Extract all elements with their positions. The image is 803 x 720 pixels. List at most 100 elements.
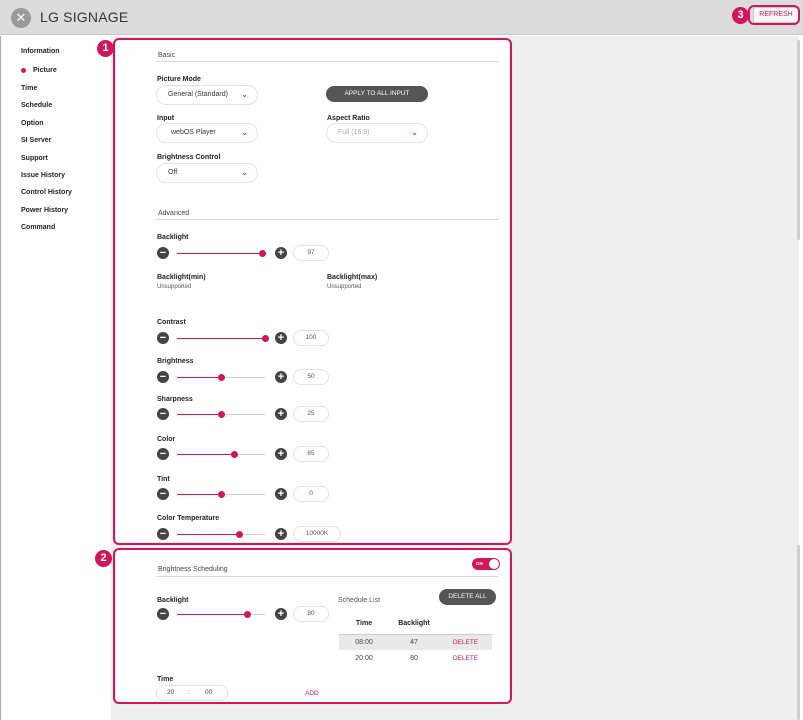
color-temperature-label: Color Temperature	[157, 515, 220, 522]
sharpness-decrease-button[interactable]: −	[157, 408, 169, 420]
contrast-increase-button[interactable]: +	[275, 332, 287, 344]
add-schedule-button[interactable]: ADD	[305, 690, 319, 697]
app-title: LG SIGNAGE	[40, 9, 129, 25]
color-temperature-slider-handle[interactable]	[236, 531, 243, 538]
picture-mode-select[interactable]: General (Standard) ⌄	[157, 86, 257, 104]
delete-all-button[interactable]: DELETE ALL	[439, 589, 496, 605]
color-decrease-button[interactable]: −	[157, 448, 169, 460]
brightness-value: 50	[294, 370, 328, 384]
time-separator: :	[188, 689, 190, 696]
badge-2: 2	[95, 550, 112, 567]
brightness-scheduling-toggle[interactable]: ON	[472, 558, 500, 570]
contrast-slider-fill	[177, 338, 265, 339]
schedule-backlight-slider-fill	[177, 614, 247, 615]
color-increase-button[interactable]: +	[275, 448, 287, 460]
sidebar-item-option[interactable]: Option	[21, 120, 44, 127]
column-header-action	[439, 614, 492, 635]
sharpness-increase-button[interactable]: +	[275, 408, 287, 420]
sharpness-slider-handle[interactable]	[218, 411, 225, 418]
backlight-decrease-button[interactable]: −	[157, 247, 169, 259]
brightness-decrease-button[interactable]: −	[157, 371, 169, 383]
chevron-down-icon: ⌄	[411, 128, 418, 137]
color-temperature-slider-fill	[177, 534, 239, 535]
schedule-backlight-slider-handle[interactable]	[244, 611, 251, 618]
column-header-backlight: Backlight	[389, 614, 439, 635]
brightness-label: Brightness	[157, 358, 194, 365]
time-input[interactable]: 20 : 00	[157, 686, 227, 700]
sidebar-item-information[interactable]: Information	[21, 48, 60, 55]
brightness-scheduling-header: Brightness Scheduling	[158, 566, 228, 573]
row-backlight: 80	[389, 650, 439, 666]
sidebar-item-picture[interactable]: Picture	[21, 67, 57, 74]
backlight-max-label: Backlight(max)	[327, 274, 378, 281]
scheduling-divider	[156, 576, 499, 577]
backlight-max-value: Unsupported	[327, 284, 362, 290]
contrast-value: 100	[294, 331, 328, 345]
section-3-highlight	[748, 5, 800, 25]
sharpness-slider-fill	[177, 414, 221, 415]
tint-increase-button[interactable]: +	[275, 488, 287, 500]
color-temperature-value: 10000K	[294, 527, 340, 541]
brightness-increase-button[interactable]: +	[275, 371, 287, 383]
tint-decrease-button[interactable]: −	[157, 488, 169, 500]
advanced-header: Advanced	[158, 210, 190, 217]
sidebar-item-command[interactable]: Command	[21, 224, 55, 231]
column-header-time: Time	[339, 614, 389, 635]
apply-to-all-input-button[interactable]: APPLY TO ALL INPUT	[326, 86, 428, 102]
aspect-ratio-select: Full (16:9) ⌄	[327, 124, 427, 142]
backlight-slider-handle[interactable]	[259, 250, 266, 257]
sidebar-item-schedule[interactable]: Schedule	[21, 102, 52, 109]
color-slider-handle[interactable]	[231, 451, 238, 458]
schedule-backlight-label: Backlight	[157, 597, 189, 604]
picture-mode-label: Picture Mode	[157, 76, 201, 83]
schedule-list-label: Schedule List	[338, 597, 381, 604]
contrast-slider-handle[interactable]	[262, 335, 269, 342]
sidebar-item-issue-history[interactable]: Issue History	[21, 172, 65, 179]
backlight-increase-button[interactable]: +	[275, 247, 287, 259]
color-label: Color	[157, 436, 176, 443]
advanced-divider	[156, 219, 499, 220]
contrast-decrease-button[interactable]: −	[157, 332, 169, 344]
schedule-table: Time Backlight 08:00 47 DELETE 20:00 80 …	[339, 614, 492, 666]
aspect-ratio-label: Aspect Ratio	[327, 115, 370, 122]
backlight-min-label: Backlight(min)	[157, 274, 206, 281]
sidebar-item-power-history[interactable]: Power History	[21, 207, 68, 214]
time-minute[interactable]: 00	[205, 686, 212, 700]
scrollbar-bottom[interactable]	[797, 545, 800, 720]
basic-divider	[156, 61, 499, 62]
sidebar-item-support[interactable]: Support	[21, 155, 48, 162]
schedule-backlight-decrease-button[interactable]: −	[157, 608, 169, 620]
color-temperature-decrease-button[interactable]: −	[157, 528, 169, 540]
tint-slider-handle[interactable]	[218, 491, 225, 498]
chevron-down-icon: ⌄	[241, 168, 248, 177]
brightness-control-label: Brightness Control	[157, 154, 221, 161]
tint-label: Tint	[157, 476, 170, 483]
close-icon[interactable]: ✕	[11, 8, 31, 28]
row-backlight: 47	[389, 634, 439, 650]
sidebar: Information Picture Time Schedule Option…	[1, 36, 111, 720]
brightness-slider-handle[interactable]	[218, 374, 225, 381]
delete-row-button[interactable]: DELETE	[453, 655, 478, 662]
badge-1: 1	[97, 40, 114, 57]
basic-header: Basic	[158, 52, 176, 59]
sidebar-item-si-server[interactable]: SI Server	[21, 137, 51, 144]
brightness-slider-fill	[177, 377, 221, 378]
table-row: 08:00 47 DELETE	[339, 634, 492, 650]
schedule-backlight-value: 80	[294, 607, 328, 621]
backlight-min-value: Unsupported	[157, 284, 192, 290]
color-value: 65	[294, 447, 328, 461]
row-time: 08:00	[339, 634, 389, 650]
brightness-control-select[interactable]: Off ⌄	[157, 164, 257, 182]
table-row: 20:00 80 DELETE	[339, 650, 492, 666]
schedule-backlight-increase-button[interactable]: +	[275, 608, 287, 620]
color-temperature-increase-button[interactable]: +	[275, 528, 287, 540]
sidebar-item-control-history[interactable]: Control History	[21, 189, 72, 196]
sidebar-item-time[interactable]: Time	[21, 85, 37, 92]
sharpness-label: Sharpness	[157, 396, 193, 403]
time-hour[interactable]: 20	[167, 686, 174, 700]
chevron-down-icon: ⌄	[241, 128, 248, 137]
delete-row-button[interactable]: DELETE	[453, 639, 478, 646]
input-select[interactable]: webOS Player ⌄	[157, 124, 257, 142]
contrast-label: Contrast	[157, 319, 186, 326]
scrollbar-top[interactable]	[797, 40, 800, 240]
